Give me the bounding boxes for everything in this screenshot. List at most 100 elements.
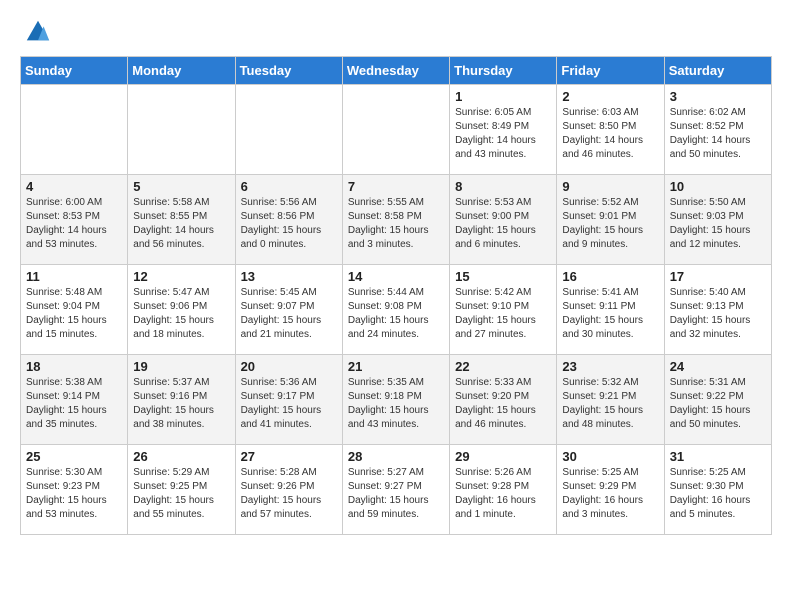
day-info: Sunrise: 5:47 AMSunset: 9:06 PMDaylight:… (133, 286, 229, 342)
day-number: 9 (562, 179, 658, 194)
day-info: Sunrise: 6:05 AMSunset: 8:49 PMDaylight:… (455, 106, 551, 162)
day-info: Sunrise: 5:41 AMSunset: 9:11 PMDaylight:… (562, 286, 658, 342)
calendar-cell: 29 Sunrise: 5:26 AMSunset: 9:28 PMDayligh… (450, 445, 557, 535)
day-number: 6 (241, 179, 337, 194)
day-number: 27 (241, 449, 337, 464)
day-number: 28 (348, 449, 444, 464)
day-number: 21 (348, 359, 444, 374)
day-info: Sunrise: 5:40 AMSunset: 9:13 PMDaylight:… (670, 286, 766, 342)
calendar-cell: 23 Sunrise: 5:32 AMSunset: 9:21 PMDayligh… (557, 355, 664, 445)
day-info: Sunrise: 5:36 AMSunset: 9:17 PMDaylight:… (241, 376, 337, 432)
col-header-thursday: Thursday (450, 57, 557, 85)
day-number: 22 (455, 359, 551, 374)
calendar-cell: 10 Sunrise: 5:50 AMSunset: 9:03 PMDayligh… (664, 175, 771, 265)
calendar-cell: 3Sunrise: 6:02 AMSunset: 8:52 PMDaylight… (664, 85, 771, 175)
calendar-cell (235, 85, 342, 175)
day-number: 12 (133, 269, 229, 284)
day-number: 18 (26, 359, 122, 374)
col-header-monday: Monday (128, 57, 235, 85)
calendar-cell: 1 Sunrise: 6:05 AMSunset: 8:49 PMDaylight… (450, 85, 557, 175)
calendar-cell (342, 85, 449, 175)
day-number: 10 (670, 179, 766, 194)
day-info: Sunrise: 5:26 AMSunset: 9:28 PMDaylight:… (455, 466, 551, 522)
col-header-wednesday: Wednesday (342, 57, 449, 85)
day-number: 11 (26, 269, 122, 284)
calendar-cell: 2 Sunrise: 6:03 AMSunset: 8:50 PMDaylight… (557, 85, 664, 175)
day-number: 7 (348, 179, 444, 194)
day-info: Sunrise: 5:25 AMSunset: 9:30 PMDaylight:… (670, 466, 766, 522)
logo-icon (24, 18, 52, 46)
calendar-cell: 21 Sunrise: 5:35 AMSunset: 9:18 PMDayligh… (342, 355, 449, 445)
day-info: Sunrise: 5:27 AMSunset: 9:27 PMDaylight:… (348, 466, 444, 522)
calendar-cell: 9 Sunrise: 5:52 AMSunset: 9:01 PMDaylight… (557, 175, 664, 265)
calendar-cell: 14 Sunrise: 5:44 AMSunset: 9:08 PMDayligh… (342, 265, 449, 355)
logo (24, 18, 56, 46)
calendar-cell: 15 Sunrise: 5:42 AMSunset: 9:10 PMDayligh… (450, 265, 557, 355)
day-info: Sunrise: 5:32 AMSunset: 9:21 PMDaylight:… (562, 376, 658, 432)
week-row-2: 4Sunrise: 6:00 AMSunset: 8:53 PMDaylight… (21, 175, 772, 265)
day-info: Sunrise: 5:31 AMSunset: 9:22 PMDaylight:… (670, 376, 766, 432)
day-info: Sunrise: 6:03 AMSunset: 8:50 PMDaylight:… (562, 106, 658, 162)
calendar-container: SundayMondayTuesdayWednesdayThursdayFrid… (0, 56, 792, 545)
col-header-tuesday: Tuesday (235, 57, 342, 85)
page-header (0, 0, 792, 56)
day-info: Sunrise: 5:44 AMSunset: 9:08 PMDaylight:… (348, 286, 444, 342)
day-info: Sunrise: 5:37 AMSunset: 9:16 PMDaylight:… (133, 376, 229, 432)
calendar-cell: 4Sunrise: 6:00 AMSunset: 8:53 PMDaylight… (21, 175, 128, 265)
day-info: Sunrise: 5:50 AMSunset: 9:03 PMDaylight:… (670, 196, 766, 252)
day-number: 25 (26, 449, 122, 464)
day-number: 30 (562, 449, 658, 464)
calendar-cell: 18 Sunrise: 5:38 AMSunset: 9:14 PMDayligh… (21, 355, 128, 445)
day-number: 19 (133, 359, 229, 374)
calendar-cell: 19 Sunrise: 5:37 AMSunset: 9:16 PMDayligh… (128, 355, 235, 445)
calendar-cell: 20 Sunrise: 5:36 AMSunset: 9:17 PMDayligh… (235, 355, 342, 445)
day-number: 15 (455, 269, 551, 284)
calendar-cell: 7Sunrise: 5:55 AMSunset: 8:58 PMDaylight… (342, 175, 449, 265)
day-number: 16 (562, 269, 658, 284)
day-info: Sunrise: 5:52 AMSunset: 9:01 PMDaylight:… (562, 196, 658, 252)
day-info: Sunrise: 5:42 AMSunset: 9:10 PMDaylight:… (455, 286, 551, 342)
day-number: 13 (241, 269, 337, 284)
calendar-cell: 12 Sunrise: 5:47 AMSunset: 9:06 PMDayligh… (128, 265, 235, 355)
day-info: Sunrise: 5:30 AMSunset: 9:23 PMDaylight:… (26, 466, 122, 522)
day-info: Sunrise: 5:53 AMSunset: 9:00 PMDaylight:… (455, 196, 551, 252)
day-info: Sunrise: 5:56 AMSunset: 8:56 PMDaylight:… (241, 196, 337, 252)
calendar-table: SundayMondayTuesdayWednesdayThursdayFrid… (20, 56, 772, 535)
calendar-cell: 11 Sunrise: 5:48 AMSunset: 9:04 PMDayligh… (21, 265, 128, 355)
week-row-5: 25 Sunrise: 5:30 AMSunset: 9:23 PMDayligh… (21, 445, 772, 535)
day-info: Sunrise: 5:28 AMSunset: 9:26 PMDaylight:… (241, 466, 337, 522)
calendar-cell: 8 Sunrise: 5:53 AMSunset: 9:00 PMDaylight… (450, 175, 557, 265)
day-number: 14 (348, 269, 444, 284)
calendar-cell: 24Sunrise: 5:31 AMSunset: 9:22 PMDayligh… (664, 355, 771, 445)
day-number: 20 (241, 359, 337, 374)
day-info: Sunrise: 6:00 AMSunset: 8:53 PMDaylight:… (26, 196, 122, 252)
col-header-saturday: Saturday (664, 57, 771, 85)
day-number: 1 (455, 89, 551, 104)
day-info: Sunrise: 5:29 AMSunset: 9:25 PMDaylight:… (133, 466, 229, 522)
week-row-4: 18 Sunrise: 5:38 AMSunset: 9:14 PMDayligh… (21, 355, 772, 445)
calendar-cell: 26 Sunrise: 5:29 AMSunset: 9:25 PMDayligh… (128, 445, 235, 535)
calendar-cell: 27 Sunrise: 5:28 AMSunset: 9:26 PMDayligh… (235, 445, 342, 535)
calendar-cell: 17 Sunrise: 5:40 AMSunset: 9:13 PMDayligh… (664, 265, 771, 355)
day-info: Sunrise: 5:45 AMSunset: 9:07 PMDaylight:… (241, 286, 337, 342)
calendar-cell: 28 Sunrise: 5:27 AMSunset: 9:27 PMDayligh… (342, 445, 449, 535)
day-number: 8 (455, 179, 551, 194)
col-header-sunday: Sunday (21, 57, 128, 85)
week-row-1: 1 Sunrise: 6:05 AMSunset: 8:49 PMDaylight… (21, 85, 772, 175)
calendar-cell: 13 Sunrise: 5:45 AMSunset: 9:07 PMDayligh… (235, 265, 342, 355)
calendar-cell: 6 Sunrise: 5:56 AMSunset: 8:56 PMDaylight… (235, 175, 342, 265)
day-info: Sunrise: 5:38 AMSunset: 9:14 PMDaylight:… (26, 376, 122, 432)
day-number: 29 (455, 449, 551, 464)
day-info: Sunrise: 5:48 AMSunset: 9:04 PMDaylight:… (26, 286, 122, 342)
day-info: Sunrise: 5:58 AMSunset: 8:55 PMDaylight:… (133, 196, 229, 252)
day-number: 17 (670, 269, 766, 284)
day-number: 23 (562, 359, 658, 374)
calendar-cell: 5Sunrise: 5:58 AMSunset: 8:55 PMDaylight… (128, 175, 235, 265)
day-info: Sunrise: 5:35 AMSunset: 9:18 PMDaylight:… (348, 376, 444, 432)
calendar-header: SundayMondayTuesdayWednesdayThursdayFrid… (21, 57, 772, 85)
calendar-cell: 22Sunrise: 5:33 AMSunset: 9:20 PMDayligh… (450, 355, 557, 445)
day-number: 26 (133, 449, 229, 464)
day-number: 2 (562, 89, 658, 104)
col-header-friday: Friday (557, 57, 664, 85)
calendar-cell: 30Sunrise: 5:25 AMSunset: 9:29 PMDayligh… (557, 445, 664, 535)
